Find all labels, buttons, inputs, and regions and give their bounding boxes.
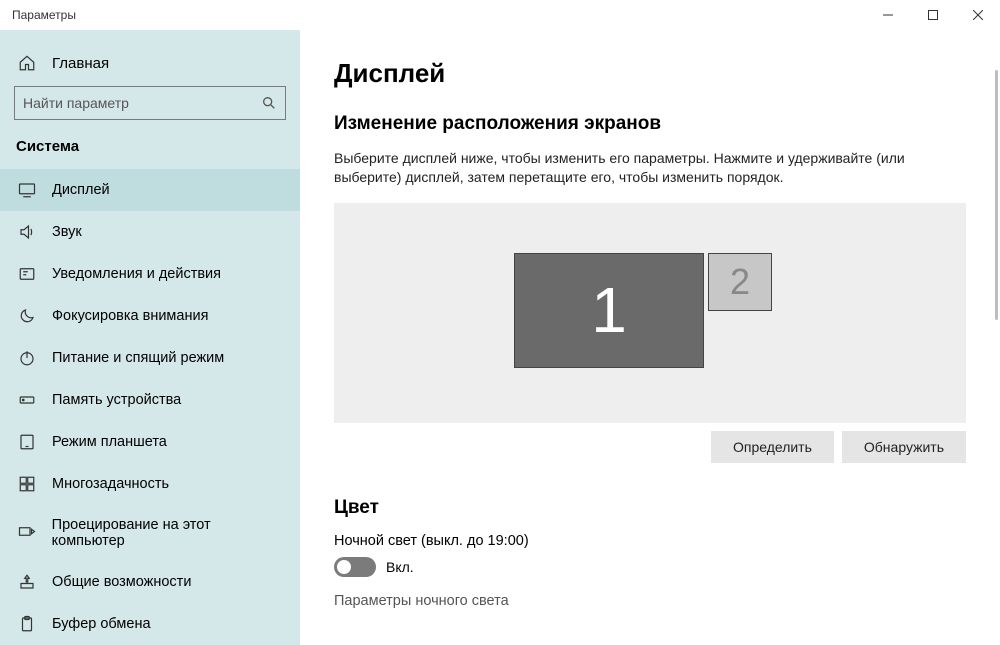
night-light-settings-link[interactable]: Параметры ночного света <box>334 593 966 609</box>
storage-icon <box>16 391 38 409</box>
sidebar-item-label: Общие возможности <box>52 574 191 590</box>
search-icon <box>261 95 277 111</box>
monitor-icon <box>16 181 38 199</box>
sidebar-item-notifications[interactable]: Уведомления и действия <box>0 253 300 295</box>
sidebar-item-label: Память устройства <box>52 392 181 408</box>
sidebar-item-sound[interactable]: Звук <box>0 211 300 253</box>
home-button[interactable]: Главная <box>0 46 300 86</box>
night-light-label: Ночной свет (выкл. до 19:00) <box>334 533 966 549</box>
toggle-state-label: Вкл. <box>386 559 414 575</box>
project-icon <box>16 524 38 542</box>
sidebar-item-label: Фокусировка внимания <box>52 308 208 324</box>
sidebar-item-storage[interactable]: Память устройства <box>0 379 300 421</box>
sidebar-item-label: Дисплей <box>52 182 110 198</box>
sidebar-item-power[interactable]: Питание и спящий режим <box>0 337 300 379</box>
shared-icon <box>16 573 38 591</box>
monitor-1-label: 1 <box>591 273 627 347</box>
speaker-icon <box>16 223 38 241</box>
page-title: Дисплей <box>334 58 966 89</box>
monitor-2-label: 2 <box>730 261 750 303</box>
identify-button[interactable]: Определить <box>711 431 834 463</box>
sidebar-item-label: Уведомления и действия <box>52 266 221 282</box>
sidebar-item-label: Буфер обмена <box>52 616 151 632</box>
close-button[interactable] <box>955 0 1000 30</box>
sidebar-item-label: Звук <box>52 224 82 240</box>
sidebar-item-shared[interactable]: Общие возможности <box>0 561 300 603</box>
search-box[interactable] <box>14 86 286 120</box>
sidebar-item-tablet[interactable]: Режим планшета <box>0 421 300 463</box>
maximize-button[interactable] <box>910 0 955 30</box>
toggle-knob <box>337 560 351 574</box>
monitor-1[interactable]: 1 <box>514 253 704 368</box>
sidebar-item-label: Режим планшета <box>52 434 167 450</box>
search-input[interactable] <box>23 95 261 111</box>
tablet-icon <box>16 433 38 451</box>
sidebar-item-display[interactable]: Дисплей <box>0 169 300 211</box>
multitask-icon <box>16 475 38 493</box>
arrange-description: Выберите дисплей ниже, чтобы изменить ег… <box>334 149 954 187</box>
window-title: Параметры <box>12 8 76 22</box>
sidebar-item-multitasking[interactable]: Многозадачность <box>0 463 300 505</box>
detect-button[interactable]: Обнаружить <box>842 431 966 463</box>
category-label: Система <box>0 138 300 169</box>
sidebar-item-label: Многозадачность <box>52 476 169 492</box>
nav-list: Дисплей Звук Уведомления и действия Фоку… <box>0 169 300 645</box>
sidebar-item-label: Питание и спящий режим <box>52 350 224 366</box>
home-icon <box>16 54 38 72</box>
arrange-heading: Изменение расположения экранов <box>334 113 966 135</box>
content-area: Дисплей Изменение расположения экранов В… <box>300 30 1000 645</box>
clipboard-icon <box>16 615 38 633</box>
notification-icon <box>16 265 38 283</box>
night-light-toggle[interactable] <box>334 557 376 577</box>
sidebar-item-label: Проецирование на этот компьютер <box>52 517 284 549</box>
moon-icon <box>16 307 38 325</box>
sidebar-item-projecting[interactable]: Проецирование на этот компьютер <box>0 505 300 561</box>
home-label: Главная <box>52 55 109 72</box>
arrange-buttons: Определить Обнаружить <box>334 431 966 463</box>
window-controls <box>865 0 1000 30</box>
sidebar-item-focus[interactable]: Фокусировка внимания <box>0 295 300 337</box>
display-arrange-area[interactable]: 1 2 <box>334 203 966 423</box>
minimize-button[interactable] <box>865 0 910 30</box>
color-heading: Цвет <box>334 497 966 519</box>
titlebar: Параметры <box>0 0 1000 30</box>
sidebar: Главная Система Дисплей Звук <box>0 30 300 645</box>
scrollbar[interactable] <box>995 70 998 320</box>
sidebar-item-clipboard[interactable]: Буфер обмена <box>0 603 300 645</box>
power-icon <box>16 349 38 367</box>
monitor-2[interactable]: 2 <box>708 253 772 311</box>
